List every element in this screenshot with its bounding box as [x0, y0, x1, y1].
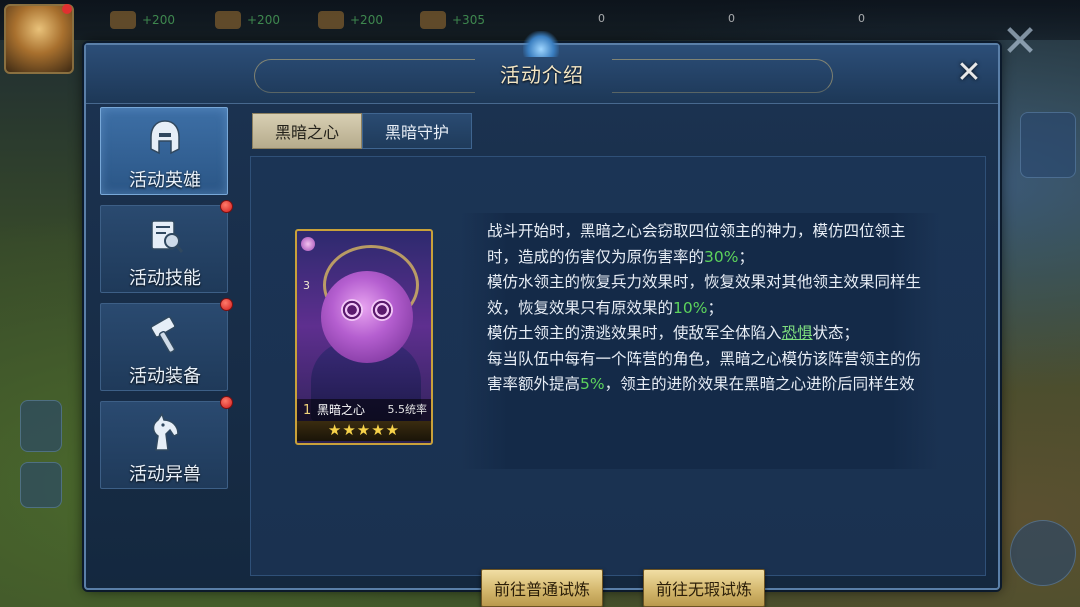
- resource-value: +200: [247, 13, 280, 27]
- dialog-title: 活动介绍: [500, 63, 584, 87]
- resource-stone: +200: [215, 6, 280, 34]
- normal-trial-button[interactable]: 前往普通试炼: [481, 569, 603, 607]
- resource-wood: +200: [110, 6, 175, 34]
- nav-item-activity-equipment[interactable]: 活动装备: [100, 298, 233, 391]
- desc-text: ；: [738, 247, 754, 266]
- dialog-header: 活动介绍 ✕: [86, 31, 998, 104]
- fear-status-link[interactable]: 恐惧: [782, 324, 813, 342]
- desc-text: ，领主的进阶效果在黑暗之心进阶后同样生效: [604, 375, 915, 393]
- iron-icon: [318, 11, 344, 29]
- food-icon: [420, 11, 446, 29]
- notification-dot: [62, 4, 72, 14]
- horse-icon: [145, 412, 185, 452]
- resource-value: +200: [350, 13, 383, 27]
- stone-icon: [215, 11, 241, 29]
- nav-item-label: 活动装备: [129, 366, 201, 387]
- skill-description: 战斗开始时，黑暗之心会窃取四位领主的神力，模仿四位领主时，造成的伤害仅为原伤害率…: [487, 219, 923, 398]
- hero-portrait: [321, 271, 413, 363]
- hero-level-number: 3: [303, 279, 310, 292]
- map-button: [20, 400, 62, 452]
- hero-rank: 1: [303, 403, 312, 418]
- desc-highlight-value: 30%: [704, 247, 739, 266]
- nav-item-label: 活动英雄: [129, 170, 201, 191]
- notification-dot: [220, 298, 233, 311]
- side-round-button: [1010, 520, 1076, 586]
- notification-dot: [220, 396, 233, 409]
- skill-description-panel: 战斗开始时，黑暗之心会窃取四位领主的神力，模仿四位领主时，造成的伤害仅为原伤害率…: [461, 213, 939, 469]
- resource-iron: +200: [318, 6, 383, 34]
- desc-highlight-value: 10%: [673, 298, 708, 317]
- hero-star-rating: ★★★★★: [297, 421, 431, 441]
- desc-text: 模仿土领主的溃逃效果时，使敌军全体陷入: [487, 324, 782, 342]
- content-panel: 3 1 黑暗之心 5.5统率 ★★★★★ 战斗开始时，黑暗之心会窃取四位领主的神…: [250, 156, 986, 607]
- resource-value: +305: [452, 13, 485, 27]
- nav-item-activity-hero[interactable]: 活动英雄: [100, 107, 228, 195]
- background-close-icon: ✕: [1001, 16, 1039, 67]
- resource-zero: 0: [598, 12, 605, 25]
- desc-text: 战斗开始时，黑暗之心会窃取四位领主的神力，模仿四位领主时，造成的伤害仅为原伤害率…: [487, 222, 906, 266]
- resource-zero: 0: [858, 12, 865, 25]
- player-avatar[interactable]: [4, 4, 74, 74]
- resource-food: +305: [420, 6, 485, 34]
- hero-eye: [371, 299, 393, 321]
- scroll-magnifier-icon: [145, 216, 185, 256]
- tab-dark-heart[interactable]: 黑暗之心: [252, 113, 362, 149]
- hammer-icon: [145, 314, 185, 354]
- hero-command-stat: 5.5统率: [387, 403, 428, 416]
- side-event-button: [1020, 112, 1076, 178]
- nav-item-label: 活动异兽: [129, 464, 201, 485]
- faction-badge-icon: [301, 237, 315, 251]
- hero-name: 黑暗之心: [317, 403, 366, 417]
- desc-highlight-value: 5%: [580, 375, 605, 393]
- activity-intro-dialog: 活动介绍 ✕ 活动英雄 活动技能 活动装备 活动异兽 黑暗之心 黑暗守护 3 1…: [84, 31, 1000, 607]
- tab-dark-guard[interactable]: 黑暗守护: [362, 113, 472, 149]
- nav-item-activity-beast[interactable]: 活动异兽: [100, 396, 233, 489]
- desc-text: ；: [707, 298, 723, 317]
- hero-card[interactable]: 3 1 黑暗之心 5.5统率 ★★★★★: [295, 229, 433, 445]
- wood-icon: [110, 11, 136, 29]
- nav-item-activity-skill[interactable]: 活动技能: [100, 200, 233, 293]
- resource-zero: 0: [728, 12, 735, 25]
- nav-item-label: 活动技能: [129, 268, 201, 289]
- message-button: [20, 462, 62, 508]
- helmet-icon: [145, 118, 185, 158]
- close-icon: ✕: [956, 55, 982, 90]
- header-gem-icon: [523, 31, 559, 57]
- flawless-trial-button[interactable]: 前往无瑕试炼: [643, 569, 765, 607]
- resource-value: +200: [142, 13, 175, 27]
- desc-text: 状态；: [812, 324, 860, 342]
- notification-dot: [220, 200, 233, 213]
- hero-eye: [341, 299, 363, 321]
- close-button[interactable]: ✕: [954, 58, 984, 89]
